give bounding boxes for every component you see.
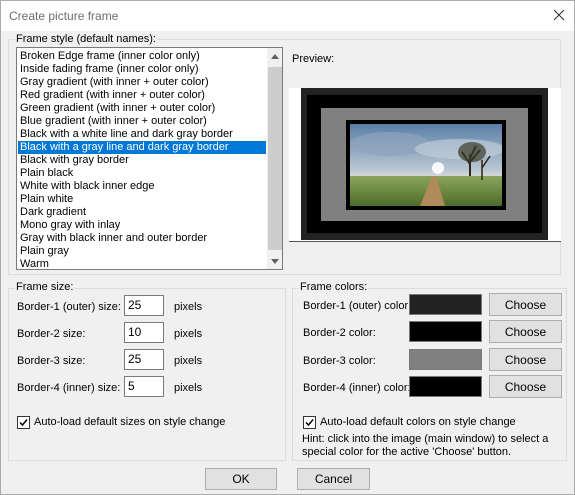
list-item[interactable]: Red gradient (with inner + outer color): [18, 89, 266, 102]
scroll-down-icon[interactable]: [267, 253, 282, 269]
cancel-button[interactable]: Cancel: [297, 468, 370, 490]
close-icon[interactable]: [546, 3, 572, 27]
size-label: Border-1 (outer) size:: [17, 301, 121, 313]
hint-text: Hint: click into the image (main window)…: [302, 433, 549, 458]
color-swatch: [409, 376, 482, 397]
frame-colors-legend: Frame colors:: [299, 281, 369, 293]
choose-color-button[interactable]: Choose: [489, 320, 562, 343]
list-item[interactable]: Black with a white line and dark gray bo…: [18, 128, 266, 141]
color-label: Border-3 color:: [303, 355, 376, 367]
scroll-up-icon[interactable]: [267, 48, 282, 64]
preview-label: Preview:: [292, 53, 335, 65]
list-item[interactable]: Broken Edge frame (inner color only): [18, 50, 266, 63]
size-input[interactable]: 10: [124, 322, 164, 343]
color-swatch: [409, 321, 482, 342]
choose-color-button[interactable]: Choose: [489, 293, 562, 316]
size-label: Border-4 (inner) size:: [17, 382, 121, 394]
autoload-sizes-label[interactable]: Auto-load default sizes on style change: [34, 416, 225, 428]
list-item[interactable]: Gray with black inner and outer border: [18, 232, 266, 245]
size-input[interactable]: 25: [124, 295, 164, 316]
checkmark-icon: [305, 419, 314, 427]
list-item[interactable]: Black with gray border: [18, 154, 266, 167]
list-item[interactable]: Inside fading frame (inner color only): [18, 63, 266, 76]
size-label: Border-2 size:: [17, 328, 86, 340]
frame-style-list[interactable]: Broken Edge frame (inner color only) Insi…: [16, 47, 283, 270]
list-item[interactable]: Mono gray with inlay: [18, 219, 266, 232]
size-input[interactable]: 5: [124, 376, 164, 397]
scroll-thumb[interactable]: [268, 67, 282, 250]
size-unit-label: pixels: [174, 328, 203, 340]
choose-color-button[interactable]: Choose: [489, 375, 562, 398]
checkmark-icon: [19, 419, 28, 427]
size-unit-label: pixels: [174, 301, 203, 313]
frame-style-legend: Frame style (default names):: [15, 33, 157, 45]
color-swatch: [409, 349, 482, 370]
color-label: Border-2 color:: [303, 327, 376, 339]
color-label: Border-4 (inner) color:: [303, 382, 411, 394]
list-scrollbar[interactable]: [267, 48, 282, 269]
size-unit-label: pixels: [174, 382, 203, 394]
list-item[interactable]: Plain white: [18, 193, 266, 206]
list-item[interactable]: Warm: [18, 258, 266, 269]
autoload-colors-label[interactable]: Auto-load default colors on style change: [320, 416, 516, 428]
ok-button[interactable]: OK: [205, 468, 277, 490]
preview-photo: [350, 124, 502, 206]
list-item[interactable]: Blue gradient (with inner + outer color): [18, 115, 266, 128]
size-input[interactable]: 25: [124, 349, 164, 370]
list-item[interactable]: White with black inner edge: [18, 180, 266, 193]
choose-color-button[interactable]: Choose: [489, 348, 562, 371]
list-item[interactable]: Plain black: [18, 167, 266, 180]
autoload-colors-checkbox[interactable]: [303, 416, 316, 429]
size-unit-label: pixels: [174, 355, 203, 367]
color-label: Border-1 (outer) color:: [303, 300, 412, 312]
window-title: Create picture frame: [9, 9, 119, 23]
frame-size-legend: Frame size:: [15, 281, 75, 293]
list-item[interactable]: Plain gray: [18, 245, 266, 258]
size-label: Border-3 size:: [17, 355, 86, 367]
list-item[interactable]: Gray gradient (with inner + outer color): [18, 76, 266, 89]
color-swatch: [409, 294, 482, 315]
list-item[interactable]: Green gradient (with inner + outer color…: [18, 102, 266, 115]
autoload-sizes-checkbox[interactable]: [17, 416, 30, 429]
list-item[interactable]: Dark gradient: [18, 206, 266, 219]
list-item[interactable]: Black with a gray line and dark gray bor…: [17, 140, 267, 155]
